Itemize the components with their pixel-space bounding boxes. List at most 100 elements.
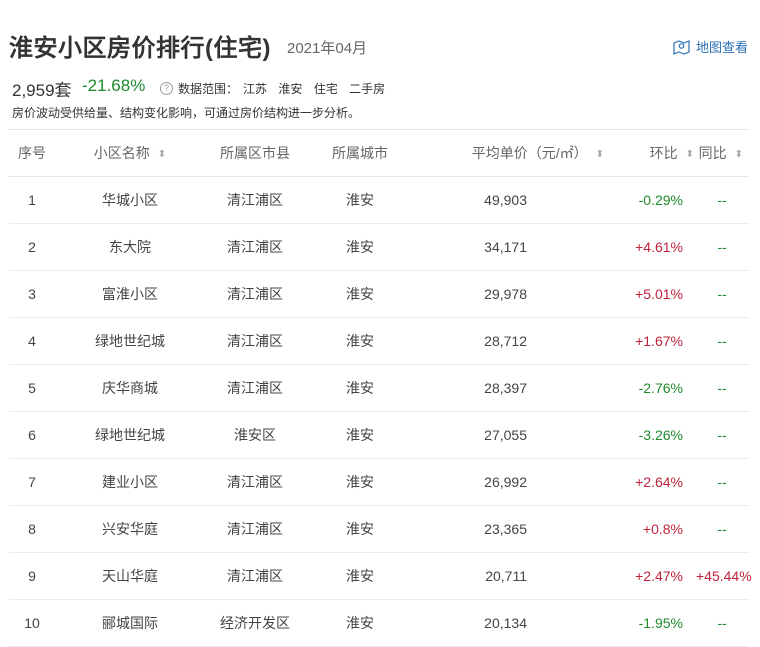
community-name-cell[interactable]: 庆华商城 xyxy=(55,364,205,412)
col-city: 所属城市 xyxy=(305,129,415,177)
sort-icon[interactable]: ⬍ xyxy=(686,149,694,160)
district-cell: 清江浦区 xyxy=(205,317,305,365)
col-mom[interactable]: 环比 ⬍ xyxy=(605,129,695,177)
table-row[interactable]: 1 华城小区 清江浦区 淮安 49,903 -0.29% -- xyxy=(9,176,749,224)
sort-icon[interactable]: ⬍ xyxy=(158,149,166,160)
district-cell: 清江浦区 xyxy=(205,270,305,318)
listing-count: 2,959套 xyxy=(12,81,72,100)
district-cell: 清江浦区 xyxy=(205,552,305,600)
mom-cell: +0.8% xyxy=(605,505,695,553)
community-name-cell[interactable]: 东大院 xyxy=(55,223,205,271)
map-view-link[interactable]: 地图查看 xyxy=(673,37,748,56)
yoy-cell: +45.44% xyxy=(695,552,752,600)
summary-bar: 2,959套 -21.68% ? 数据范围： 江苏 淮安 住宅 二手房 xyxy=(0,64,760,102)
table-row[interactable]: 6 绿地世纪城 淮安区 淮安 27,055 -3.26% -- xyxy=(9,411,749,459)
city-cell: 淮安 xyxy=(305,317,415,365)
yoy-cell: -- xyxy=(695,317,749,365)
city-cell: 淮安 xyxy=(305,223,415,271)
scope-tag: 江苏 xyxy=(243,82,268,96)
price-cell: 20,711 xyxy=(415,552,605,600)
district-cell: 清江浦区 xyxy=(205,223,305,271)
scope-tag: 二手房 xyxy=(349,82,386,96)
community-name-cell[interactable]: 天山华庭 xyxy=(55,552,205,600)
city-cell: 淮安 xyxy=(305,458,415,506)
price-cell: 23,365 xyxy=(415,505,605,553)
city-cell: 淮安 xyxy=(305,552,415,600)
price-cell: 26,992 xyxy=(415,458,605,506)
rank-cell: 10 xyxy=(9,599,55,647)
rank-cell: 4 xyxy=(9,317,55,365)
rank-cell: 6 xyxy=(9,411,55,459)
mom-cell: +5.01% xyxy=(605,270,695,318)
mom-cell: +4.61% xyxy=(605,223,695,271)
community-name-cell[interactable]: 兴安华庭 xyxy=(55,505,205,553)
yoy-cell: -- xyxy=(695,505,749,553)
price-cell: 34,171 xyxy=(415,223,605,271)
mom-cell: +2.47% xyxy=(605,552,695,600)
rank-cell: 1 xyxy=(9,176,55,224)
price-note: 房价波动受供给量、结构变化影响，可通过房价结构进一步分析。 xyxy=(12,106,361,120)
rank-cell: 8 xyxy=(9,505,55,553)
ranking-table: 序号 小区名称 ⬍ 所属区市县 所属城市 平均单价（元/㎡） ⬍ 环比 ⬍ 同比 ⬍ 1… xyxy=(9,129,752,647)
community-name-cell[interactable]: 绿地世纪城 xyxy=(55,411,205,459)
col-price[interactable]: 平均单价（元/㎡） ⬍ xyxy=(415,129,605,177)
city-cell: 淮安 xyxy=(305,176,415,224)
price-cell: 28,712 xyxy=(415,317,605,365)
col-rank: 序号 xyxy=(9,129,55,177)
period-label: 2021年04月 xyxy=(287,40,368,57)
city-cell: 淮安 xyxy=(305,505,415,553)
district-cell: 清江浦区 xyxy=(205,176,305,224)
table-row[interactable]: 9 天山华庭 清江浦区 淮安 20,711 +2.47% +45.44% xyxy=(9,552,752,600)
data-scope: ? 数据范围： 江苏 淮安 住宅 二手房 xyxy=(160,80,393,97)
district-cell: 清江浦区 xyxy=(205,505,305,553)
price-cell: 27,055 xyxy=(415,411,605,459)
yoy-cell: -- xyxy=(695,364,749,412)
table-row[interactable]: 10 郦城国际 经济开发区 淮安 20,134 -1.95% -- xyxy=(9,599,749,647)
mom-cell: +1.67% xyxy=(605,317,695,365)
sort-icon[interactable]: ⬍ xyxy=(735,149,743,160)
col-name[interactable]: 小区名称 ⬍ xyxy=(55,129,205,177)
table-row[interactable]: 5 庆华商城 清江浦区 淮安 28,397 -2.76% -- xyxy=(9,364,749,412)
yoy-cell: -- xyxy=(695,599,749,647)
table-header-row: 序号 小区名称 ⬍ 所属区市县 所属城市 平均单价（元/㎡） ⬍ 环比 ⬍ 同比 ⬍ xyxy=(9,129,749,177)
mom-cell: -0.29% xyxy=(605,176,695,224)
mom-cell: -1.95% xyxy=(605,599,695,647)
yoy-cell: -- xyxy=(695,176,749,224)
community-name-cell[interactable]: 建业小区 xyxy=(55,458,205,506)
map-icon xyxy=(673,39,690,55)
city-cell: 淮安 xyxy=(305,270,415,318)
rank-cell: 9 xyxy=(9,552,55,600)
city-cell: 淮安 xyxy=(305,599,415,647)
mom-cell: -2.76% xyxy=(605,364,695,412)
price-cell: 20,134 xyxy=(415,599,605,647)
table-row[interactable]: 3 富淮小区 清江浦区 淮安 29,978 +5.01% -- xyxy=(9,270,749,318)
col-district: 所属区市县 xyxy=(205,129,305,177)
community-name-cell[interactable]: 富淮小区 xyxy=(55,270,205,318)
table-row[interactable]: 2 东大院 清江浦区 淮安 34,171 +4.61% -- xyxy=(9,223,749,271)
community-name-cell[interactable]: 绿地世纪城 xyxy=(55,317,205,365)
rank-cell: 3 xyxy=(9,270,55,318)
table-row[interactable]: 8 兴安华庭 清江浦区 淮安 23,365 +0.8% -- xyxy=(9,505,749,553)
mom-cell: -3.26% xyxy=(605,411,695,459)
yoy-cell: -- xyxy=(695,223,749,271)
yoy-cell: -- xyxy=(695,458,749,506)
price-cell: 29,978 xyxy=(415,270,605,318)
district-cell: 清江浦区 xyxy=(205,458,305,506)
sort-icon[interactable]: ⬍ xyxy=(596,149,604,160)
table-row[interactable]: 7 建业小区 清江浦区 淮安 26,992 +2.64% -- xyxy=(9,458,749,506)
scope-tag: 住宅 xyxy=(313,82,338,96)
table-row[interactable]: 4 绿地世纪城 清江浦区 淮安 28,712 +1.67% -- xyxy=(9,317,749,365)
col-yoy[interactable]: 同比 ⬍ xyxy=(695,129,749,177)
rank-cell: 5 xyxy=(9,364,55,412)
price-cell: 28,397 xyxy=(415,364,605,412)
community-name-cell[interactable]: 郦城国际 xyxy=(55,599,205,647)
district-cell: 清江浦区 xyxy=(205,364,305,412)
community-name-cell[interactable]: 华城小区 xyxy=(55,176,205,224)
map-link-label: 地图查看 xyxy=(695,40,748,55)
city-cell: 淮安 xyxy=(305,411,415,459)
district-cell: 经济开发区 xyxy=(205,599,305,647)
help-icon[interactable]: ? xyxy=(160,82,173,95)
scope-tags: 江苏 淮安 住宅 二手房 xyxy=(243,80,393,97)
page-header: 淮安小区房价排行(住宅) 2021年04月 地图查看 xyxy=(0,0,760,64)
rank-cell: 2 xyxy=(9,223,55,271)
